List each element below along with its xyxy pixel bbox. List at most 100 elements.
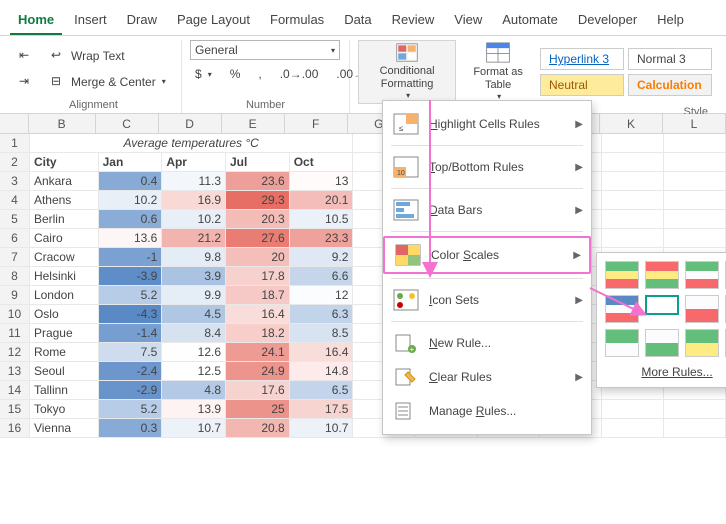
indent-increase-button[interactable]: ⇥ xyxy=(14,71,40,93)
increase-decimal-button[interactable]: .0→.00 xyxy=(275,64,324,84)
city-cell[interactable]: Cairo xyxy=(29,229,98,248)
data-cell[interactable]: 20.1 xyxy=(289,191,353,210)
color-scale-option[interactable] xyxy=(645,295,679,315)
menu-top-bottom[interactable]: 10 Top/Bottom Rules ▶ xyxy=(383,150,591,184)
data-cell[interactable]: 12.6 xyxy=(162,343,226,362)
menu-color-scales[interactable]: Color Scales ▶ xyxy=(383,236,591,274)
header-cell[interactable]: Oct xyxy=(289,153,353,172)
city-cell[interactable]: Oslo xyxy=(29,305,98,324)
row-header[interactable]: 12 xyxy=(0,343,29,362)
tab-developer[interactable]: Developer xyxy=(570,8,645,35)
data-cell[interactable]: 12.5 xyxy=(162,362,226,381)
column-header[interactable]: E xyxy=(222,114,285,133)
color-scale-option[interactable] xyxy=(685,295,719,323)
cell[interactable] xyxy=(601,172,663,191)
data-cell[interactable]: 10.5 xyxy=(289,210,353,229)
header-cell[interactable]: Jan xyxy=(98,153,162,172)
cell[interactable] xyxy=(601,419,663,438)
row-header[interactable]: 6 xyxy=(0,229,29,248)
color-scale-option[interactable] xyxy=(645,329,679,357)
data-cell[interactable]: 6.6 xyxy=(289,267,353,286)
cell[interactable] xyxy=(601,153,663,172)
city-cell[interactable]: Vienna xyxy=(29,419,98,438)
city-cell[interactable]: Tokyo xyxy=(29,400,98,419)
tab-insert[interactable]: Insert xyxy=(66,8,115,35)
row-header[interactable]: 15 xyxy=(0,400,29,419)
data-cell[interactable]: 9.2 xyxy=(289,248,353,267)
data-cell[interactable]: 23.6 xyxy=(226,172,290,191)
menu-manage-rules[interactable]: Manage Rules... xyxy=(383,394,591,428)
row-header[interactable]: 10 xyxy=(0,305,29,324)
tab-formulas[interactable]: Formulas xyxy=(262,8,332,35)
data-cell[interactable]: -1 xyxy=(98,248,162,267)
data-cell[interactable]: 0.4 xyxy=(98,172,162,191)
cell[interactable] xyxy=(663,400,725,419)
tab-review[interactable]: Review xyxy=(384,8,443,35)
row-header[interactable]: 9 xyxy=(0,286,29,305)
data-cell[interactable]: 20.3 xyxy=(226,210,290,229)
menu-highlight-cells[interactable]: ≤ HHighlight Cells Rulesighlight Cells R… xyxy=(383,107,591,141)
color-scale-option[interactable] xyxy=(645,261,679,289)
column-header[interactable]: K xyxy=(600,114,663,133)
data-cell[interactable]: 11.3 xyxy=(162,172,226,191)
data-cell[interactable]: 20 xyxy=(226,248,290,267)
cell[interactable] xyxy=(601,134,663,153)
cell-styles-gallery[interactable]: Hyperlink 3 Normal 3 Neutral Calculation xyxy=(540,48,712,96)
column-header[interactable]: D xyxy=(159,114,222,133)
select-all-corner[interactable] xyxy=(0,114,29,133)
color-scale-option[interactable] xyxy=(685,329,719,357)
tab-home[interactable]: Home xyxy=(10,8,62,35)
data-cell[interactable]: 23.3 xyxy=(289,229,353,248)
tab-draw[interactable]: Draw xyxy=(119,8,165,35)
data-cell[interactable]: 24.1 xyxy=(226,343,290,362)
row-header[interactable]: 5 xyxy=(0,210,29,229)
menu-new-rule[interactable]: + New Rule... xyxy=(383,326,591,360)
data-cell[interactable]: 16.9 xyxy=(162,191,226,210)
column-header[interactable]: F xyxy=(285,114,348,133)
row-header[interactable]: 7 xyxy=(0,248,29,267)
menu-clear-rules[interactable]: Clear Rules ▶ xyxy=(383,360,591,394)
data-cell[interactable]: 9.8 xyxy=(162,248,226,267)
data-cell[interactable]: 6.3 xyxy=(289,305,353,324)
currency-button[interactable]: $▾ xyxy=(190,64,217,84)
style-hyperlink[interactable]: Hyperlink 3 xyxy=(540,48,624,70)
column-header[interactable]: L xyxy=(663,114,726,133)
cell[interactable] xyxy=(663,191,725,210)
color-scale-option[interactable] xyxy=(685,261,719,289)
data-cell[interactable]: 5.2 xyxy=(98,400,162,419)
data-cell[interactable]: 13 xyxy=(289,172,353,191)
more-rules-button[interactable]: More Rules... xyxy=(605,357,726,379)
format-as-table-button[interactable]: Format as Table▾ xyxy=(462,40,534,104)
data-cell[interactable]: 3.9 xyxy=(162,267,226,286)
tab-automate[interactable]: Automate xyxy=(494,8,566,35)
style-normal[interactable]: Normal 3 xyxy=(628,48,712,70)
color-scale-option[interactable] xyxy=(605,329,639,357)
title-cell[interactable]: Average temperatures °C xyxy=(29,134,352,153)
row-header[interactable]: 14 xyxy=(0,381,29,400)
data-cell[interactable]: 24.9 xyxy=(226,362,290,381)
city-cell[interactable]: Helsinki xyxy=(29,267,98,286)
data-cell[interactable]: 10.7 xyxy=(162,419,226,438)
column-header[interactable]: B xyxy=(29,114,96,133)
data-cell[interactable]: 9.9 xyxy=(162,286,226,305)
data-cell[interactable]: 13.6 xyxy=(98,229,162,248)
data-cell[interactable]: 17.6 xyxy=(226,381,290,400)
data-cell[interactable]: 14.8 xyxy=(289,362,353,381)
data-cell[interactable]: 8.4 xyxy=(162,324,226,343)
conditional-formatting-button[interactable]: Conditional Formatting▾ xyxy=(358,40,456,104)
comma-button[interactable]: , xyxy=(253,64,266,84)
data-cell[interactable]: 13.9 xyxy=(162,400,226,419)
cell[interactable] xyxy=(663,229,725,248)
data-cell[interactable]: -2.9 xyxy=(98,381,162,400)
cell[interactable] xyxy=(601,210,663,229)
percent-button[interactable]: % xyxy=(225,64,246,84)
row-header[interactable]: 11 xyxy=(0,324,29,343)
row-header[interactable]: 1 xyxy=(0,134,29,153)
cell[interactable] xyxy=(601,400,663,419)
data-cell[interactable]: 16.4 xyxy=(289,343,353,362)
data-cell[interactable]: 29.3 xyxy=(226,191,290,210)
data-cell[interactable]: 10.7 xyxy=(289,419,353,438)
data-cell[interactable]: 12 xyxy=(289,286,353,305)
wrap-text-button[interactable]: ↩Wrap Text xyxy=(46,45,130,67)
cell[interactable] xyxy=(663,172,725,191)
